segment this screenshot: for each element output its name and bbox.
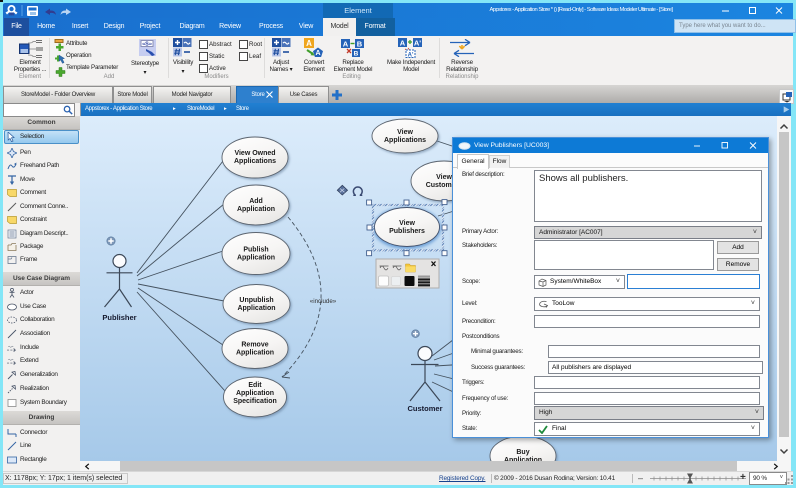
- svg-text:A: A: [306, 39, 312, 48]
- svg-text:Buy: Buy: [516, 449, 529, 456]
- svg-text:«S»: «S»: [142, 42, 152, 48]
- svg-text:View Owned: View Owned: [234, 150, 275, 157]
- svg-text:B: B: [357, 40, 363, 49]
- svg-text:A: A: [315, 50, 320, 57]
- svg-text:View: View: [399, 220, 415, 227]
- svg-text:A': A': [408, 53, 414, 59]
- svg-text:Specification: Specification: [233, 398, 277, 405]
- svg-text:View: View: [436, 174, 452, 181]
- svg-text:Applications: Applications: [384, 137, 426, 144]
- svg-text:A: A: [343, 40, 349, 49]
- svg-text:Remove: Remove: [241, 342, 268, 349]
- svg-text:A: A: [400, 39, 406, 48]
- svg-text:«include»: «include»: [310, 298, 337, 305]
- svg-text:Publisher: Publisher: [102, 313, 136, 322]
- svg-text:Application: Application: [236, 390, 274, 397]
- svg-text:Add: Add: [249, 198, 263, 205]
- svg-text:Applications: Applications: [234, 158, 276, 165]
- svg-text:View: View: [397, 129, 413, 136]
- svg-text:A': A': [414, 39, 421, 48]
- svg-text:Edit: Edit: [248, 382, 262, 389]
- svg-text:Application: Application: [236, 350, 274, 357]
- svg-text:Publish: Publish: [243, 247, 268, 254]
- svg-text:Publishers: Publishers: [389, 228, 425, 235]
- svg-text:Customer: Customer: [407, 404, 442, 413]
- svg-text:Application: Application: [237, 206, 275, 213]
- svg-text:Application: Application: [237, 305, 275, 312]
- svg-text:Unpublish: Unpublish: [239, 297, 273, 304]
- svg-text:B: B: [354, 51, 359, 58]
- svg-text:Application: Application: [237, 255, 275, 262]
